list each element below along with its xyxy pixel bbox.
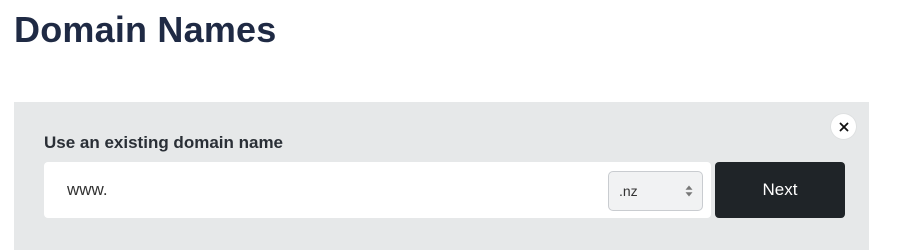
page-title: Domain Names [14,9,277,50]
field-label: Use an existing domain name [44,133,284,152]
domain-input[interactable] [44,162,604,218]
next-button[interactable]: Next [715,162,845,218]
updown-arrows-icon [685,185,693,197]
domain-input-group: .nz [44,162,711,218]
existing-domain-panel: Use an existing domain name .nz Next [14,102,869,250]
close-button[interactable] [831,114,856,139]
page: Domain Names Use an existing domain name… [0,0,899,250]
tld-select[interactable]: .nz [608,171,703,211]
tld-selected-value: .nz [619,183,638,199]
close-icon [839,122,848,131]
